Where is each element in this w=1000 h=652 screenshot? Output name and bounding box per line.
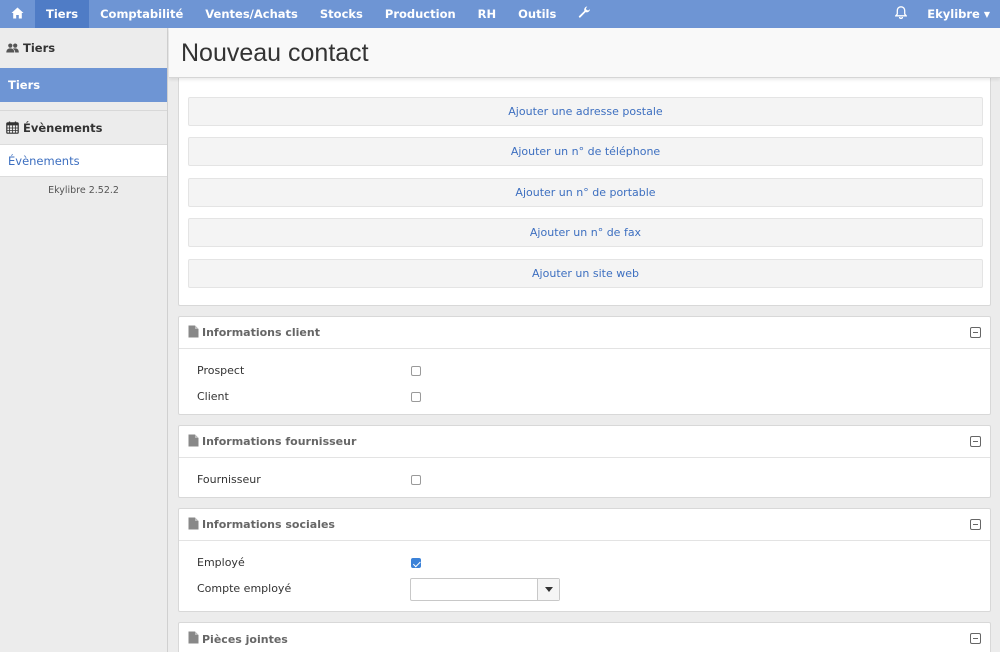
panel-header: Pièces jointes (179, 623, 990, 652)
employee-account-label: Compte employé (197, 582, 292, 595)
client-info-panel: Informations client Prospect Client (178, 316, 991, 415)
app-version: Ekylibre 2.52.2 (48, 185, 119, 196)
collapse-icon[interactable] (970, 327, 981, 338)
nav-ventes-achats[interactable]: Ventes/Achats (194, 0, 309, 28)
client-checkbox[interactable] (411, 392, 421, 402)
nav-stocks[interactable]: Stocks (309, 0, 374, 28)
main-content: Ajouter une adresse postale Ajouter un n… (169, 78, 1000, 652)
add-phone-button[interactable]: Ajouter un n° de téléphone (188, 137, 983, 166)
panel-header: Informations client (179, 317, 990, 349)
panel-header: Informations sociales (179, 509, 990, 541)
collapse-icon[interactable] (970, 519, 981, 530)
sidebar-section-title: Évènements (23, 120, 103, 135)
add-website-button[interactable]: Ajouter un site web (188, 259, 983, 288)
sidebar-section-tiers: Tiers (0, 28, 167, 68)
page-title: Nouveau contact (181, 39, 369, 67)
sidebar-item-evenements[interactable]: Évènements (0, 144, 167, 177)
home-icon (11, 7, 24, 22)
document-icon (188, 517, 199, 533)
document-icon (188, 631, 199, 647)
social-info-panel: Informations sociales Employé Compte emp… (178, 508, 991, 612)
add-postal-address-button[interactable]: Ajouter une adresse postale (188, 97, 983, 126)
sidebar-section-evenements: Évènements (0, 111, 167, 144)
panel-title: Informations client (202, 326, 320, 339)
contact-methods-box: Ajouter une adresse postale Ajouter un n… (178, 78, 991, 306)
employee-checkbox[interactable] (411, 558, 421, 568)
collapse-icon[interactable] (970, 633, 981, 644)
page-header: Nouveau contact (169, 28, 1000, 78)
client-row: Client (179, 387, 990, 407)
sidebar: Tiers Tiers Évènements Évènements Ekylib… (0, 28, 168, 652)
prospect-checkbox[interactable] (411, 366, 421, 376)
nav-rh[interactable]: RH (467, 0, 507, 28)
user-name: Ekylibre (927, 7, 980, 21)
document-icon (188, 325, 199, 341)
nav-outils[interactable]: Outils (507, 0, 567, 28)
document-icon (188, 434, 199, 450)
employee-account-select[interactable] (410, 578, 560, 601)
prospect-row: Prospect (179, 361, 990, 381)
nav-settings[interactable] (567, 0, 602, 28)
panel-header: Informations fournisseur (179, 426, 990, 458)
top-navbar: Tiers Comptabilité Ventes/Achats Stocks … (0, 0, 1000, 28)
attachments-panel: Pièces jointes (178, 622, 991, 652)
collapse-icon[interactable] (970, 436, 981, 447)
users-icon (6, 43, 19, 53)
panel-title: Informations sociales (202, 518, 335, 531)
nav-tiers[interactable]: Tiers (35, 0, 90, 28)
supplier-row: Fournisseur (179, 470, 990, 490)
supplier-checkbox[interactable] (411, 475, 421, 485)
caret-down-icon: ▼ (983, 9, 990, 19)
nav-comptabilite[interactable]: Comptabilité (89, 0, 194, 28)
dropdown-arrow-icon[interactable] (537, 579, 559, 600)
employee-row: Employé (179, 553, 990, 573)
bell-icon (894, 6, 908, 22)
client-label: Client (197, 390, 229, 403)
sidebar-item-tiers[interactable]: Tiers (0, 68, 167, 102)
nav-home[interactable] (0, 0, 35, 28)
wrench-icon (578, 6, 591, 22)
add-mobile-button[interactable]: Ajouter un n° de portable (188, 178, 983, 207)
nav-production[interactable]: Production (374, 0, 467, 28)
supplier-label: Fournisseur (197, 473, 261, 486)
user-menu[interactable]: Ekylibre ▼ (919, 0, 1000, 28)
calendar-icon (6, 121, 19, 134)
employee-label: Employé (197, 556, 245, 569)
employee-account-row: Compte employé (179, 578, 990, 602)
sidebar-section-title: Tiers (23, 41, 56, 55)
panel-title: Pièces jointes (202, 632, 288, 646)
panel-title: Informations fournisseur (202, 435, 357, 448)
notifications-button[interactable] (883, 0, 919, 28)
supplier-info-panel: Informations fournisseur Fournisseur (178, 425, 991, 498)
prospect-label: Prospect (197, 364, 245, 377)
add-fax-button[interactable]: Ajouter un n° de fax (188, 218, 983, 247)
